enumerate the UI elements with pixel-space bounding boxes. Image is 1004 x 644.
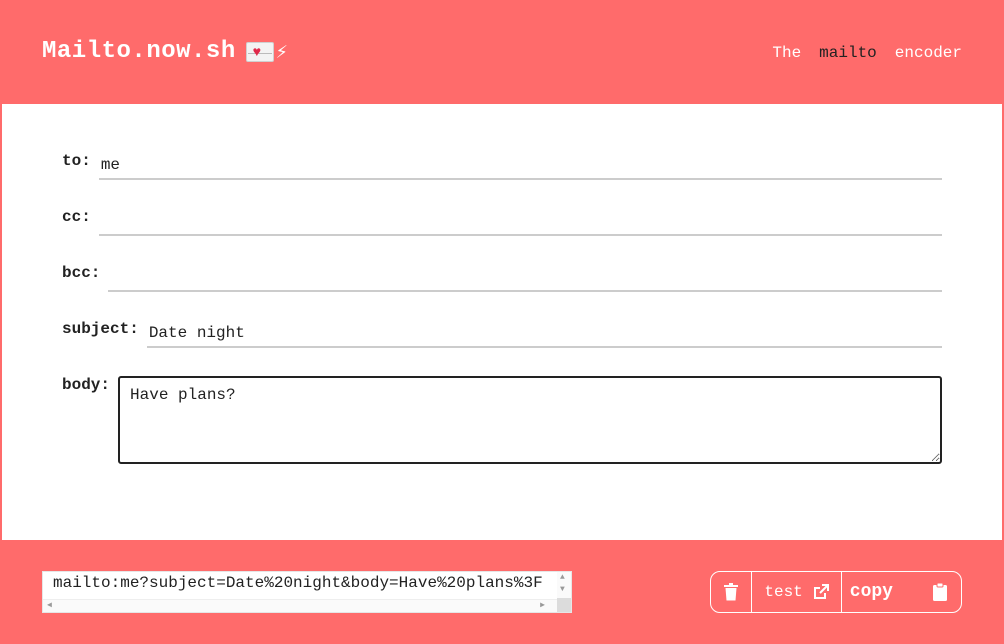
- bcc-label: bcc:: [62, 264, 101, 282]
- scroll-down-icon[interactable]: ▼: [560, 585, 565, 594]
- subject-field[interactable]: [146, 320, 942, 348]
- test-button[interactable]: test: [752, 572, 842, 612]
- body-row: body: Have plans?: [62, 376, 942, 464]
- vertical-scrollbar[interactable]: ▲ ▼: [557, 572, 571, 600]
- external-link-icon: [813, 584, 829, 600]
- scrollbar-corner: [557, 598, 571, 612]
- brand-title: Mailto.now.sh: [42, 38, 236, 65]
- horizontal-scrollbar[interactable]: ◀ ▶: [43, 599, 559, 612]
- love-letter-icon: ♥: [245, 41, 274, 62]
- clear-button[interactable]: [711, 572, 753, 612]
- mailto-url[interactable]: mailto:me?subject=Date%20night&body=Have…: [53, 574, 543, 592]
- scroll-left-icon[interactable]: ◀: [47, 600, 52, 610]
- output-bar: mailto:me?subject=Date%20night&body=Have…: [0, 540, 1004, 644]
- brand[interactable]: Mailto.now.sh ♥ ⚡: [42, 38, 288, 65]
- copy-button[interactable]: copy: [842, 572, 961, 612]
- body-textarea[interactable]: Have plans?: [118, 376, 942, 464]
- site-header: Mailto.now.sh ♥ ⚡ The mailto encoder: [0, 0, 1004, 104]
- bcc-row: bcc:: [62, 264, 942, 292]
- tagline-word-encoder: encoder: [894, 44, 962, 62]
- copy-label: copy: [849, 582, 893, 602]
- to-row: to:: [62, 152, 942, 180]
- tagline: The mailto encoder: [772, 44, 962, 62]
- tagline-word-the: The: [772, 44, 802, 62]
- mail-form-card: to: cc: bcc: subject: body: Have plans?: [2, 104, 1002, 540]
- subject-label: subject:: [62, 320, 139, 338]
- app-frame: Mailto.now.sh ♥ ⚡ The mailto encoder to:…: [0, 0, 1004, 644]
- cc-label: cc:: [62, 208, 91, 226]
- scroll-up-icon[interactable]: ▲: [560, 573, 565, 582]
- subject-row: subject:: [62, 320, 942, 348]
- body-label: body:: [62, 376, 111, 394]
- mailto-output[interactable]: mailto:me?subject=Date%20night&body=Have…: [42, 571, 572, 613]
- trash-icon: [723, 583, 739, 601]
- cc-field[interactable]: [98, 208, 942, 236]
- tagline-word-mailto: mailto: [819, 44, 877, 62]
- scroll-right-icon[interactable]: ▶: [540, 600, 545, 610]
- test-label: test: [764, 583, 803, 601]
- brand-emoji: ♥ ⚡: [245, 39, 289, 65]
- bcc-field[interactable]: [108, 264, 942, 292]
- action-buttons: test copy: [710, 571, 962, 613]
- to-label: to:: [62, 152, 91, 170]
- clipboard-icon: [933, 583, 947, 601]
- to-field[interactable]: [98, 152, 942, 180]
- lightning-icon: ⚡: [275, 41, 289, 65]
- cc-row: cc:: [62, 208, 942, 236]
